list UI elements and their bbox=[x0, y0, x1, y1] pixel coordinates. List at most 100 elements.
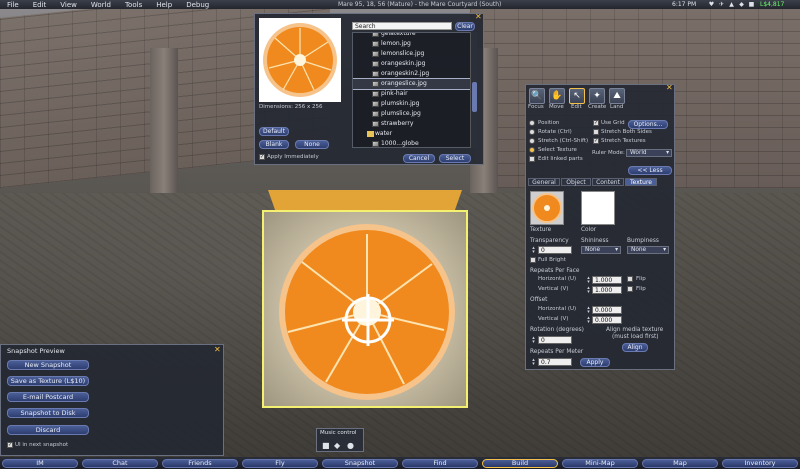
none-button[interactable]: None bbox=[295, 140, 329, 149]
spinner-icon[interactable]: ▴ ▾ bbox=[586, 306, 591, 315]
repeat-v-input[interactable]: 1.000 bbox=[592, 286, 622, 294]
mini-map-button[interactable]: Mini-Map bbox=[562, 459, 638, 468]
flip-v-checkbox[interactable] bbox=[627, 286, 633, 292]
ui-in-snapshot-checkbox[interactable]: ✓ bbox=[7, 442, 13, 448]
list-item[interactable]: orangeskin.jpg bbox=[353, 59, 472, 69]
land-icon[interactable]: ⛰ bbox=[609, 88, 625, 104]
menu-debug[interactable]: Debug bbox=[179, 1, 216, 9]
use-grid-checkbox[interactable]: ✓ bbox=[593, 120, 599, 126]
im-button[interactable]: IM bbox=[2, 459, 78, 468]
select-texture-radio[interactable] bbox=[529, 147, 535, 153]
close-icon[interactable]: ✕ bbox=[214, 346, 221, 354]
stretch-both-checkbox[interactable] bbox=[593, 129, 599, 135]
rotate-radio[interactable] bbox=[529, 129, 535, 135]
list-item[interactable]: gelatexture bbox=[353, 33, 472, 39]
list-item[interactable]: 1000...globe bbox=[353, 139, 472, 147]
search-input[interactable]: Search bbox=[352, 22, 452, 30]
spinner-icon[interactable]: ▴ ▾ bbox=[586, 316, 591, 325]
volume-icon[interactable]: ◆ bbox=[334, 441, 340, 450]
fly-button[interactable]: Fly bbox=[242, 459, 318, 468]
list-item[interactable]: lemonslice.jpg bbox=[353, 49, 472, 59]
chat-button[interactable]: Chat bbox=[82, 459, 158, 468]
spinner-icon[interactable]: ▴ ▾ bbox=[531, 336, 536, 345]
cancel-button[interactable]: Cancel bbox=[403, 154, 435, 163]
flip-v-label: Flip bbox=[636, 286, 646, 292]
tab-texture[interactable]: Texture bbox=[625, 178, 657, 186]
move-icon[interactable]: ✋ bbox=[549, 88, 565, 104]
discard-button[interactable]: Discard bbox=[7, 425, 89, 435]
texture-icon bbox=[372, 61, 379, 67]
color-swatch[interactable] bbox=[581, 191, 615, 225]
menu-world[interactable]: World bbox=[84, 1, 118, 9]
offset-u-input[interactable]: 0.000 bbox=[592, 306, 622, 314]
stretch-radio[interactable] bbox=[529, 138, 535, 144]
list-item[interactable]: plumslice.jpg bbox=[353, 109, 472, 119]
list-item[interactable]: pink-hair bbox=[353, 89, 472, 99]
texture-swatch[interactable] bbox=[530, 191, 564, 225]
stop-icon[interactable]: ■ bbox=[322, 441, 330, 450]
map-button[interactable]: Map bbox=[642, 459, 718, 468]
snapshot-to-disk-button[interactable]: Snapshot to Disk bbox=[7, 408, 89, 418]
save-as-texture-button[interactable]: Save as Texture (L$10) bbox=[7, 376, 89, 386]
apply-button[interactable]: Apply bbox=[580, 358, 610, 367]
less-button[interactable]: << Less bbox=[628, 166, 672, 175]
edit-linked-checkbox[interactable] bbox=[529, 156, 535, 162]
offset-v-input[interactable]: 0.000 bbox=[592, 316, 622, 324]
menu-file[interactable]: File bbox=[0, 1, 26, 9]
shininess-dropdown[interactable]: None bbox=[581, 246, 621, 254]
new-snapshot-button[interactable]: New Snapshot bbox=[7, 360, 89, 370]
menu-tools[interactable]: Tools bbox=[118, 1, 149, 9]
spinner-icon[interactable]: ▴ ▾ bbox=[586, 276, 591, 285]
friends-button[interactable]: Friends bbox=[162, 459, 238, 468]
spinner-icon[interactable]: ▴ ▾ bbox=[531, 246, 536, 255]
list-item[interactable]: plumskin.jpg bbox=[353, 99, 472, 109]
close-icon[interactable]: ✕ bbox=[666, 84, 673, 92]
build-button[interactable]: Build bbox=[482, 459, 558, 468]
orange-slice-thumb bbox=[532, 193, 562, 223]
bumpiness-dropdown[interactable]: None bbox=[627, 246, 669, 254]
menu-edit[interactable]: Edit bbox=[26, 1, 54, 9]
list-item[interactable]: orangeskin2.jpg bbox=[353, 69, 472, 79]
balance[interactable]: L$4,817 bbox=[760, 0, 784, 9]
create-icon[interactable]: ✦ bbox=[589, 88, 605, 104]
ruler-mode-dropdown[interactable]: World bbox=[626, 149, 672, 157]
scroll-thumb[interactable] bbox=[472, 82, 477, 112]
tab-object[interactable]: Object bbox=[561, 178, 591, 186]
transparency-input[interactable]: 0 bbox=[538, 246, 572, 254]
position-radio[interactable] bbox=[529, 120, 535, 126]
spinner-icon[interactable]: ▴ ▾ bbox=[531, 358, 536, 367]
select-button[interactable]: Select bbox=[439, 154, 471, 163]
find-button[interactable]: Find bbox=[402, 459, 478, 468]
folder-item[interactable]: water bbox=[353, 129, 472, 139]
align-button[interactable]: Align bbox=[622, 343, 648, 352]
list-item-selected[interactable]: orangeslice.jpg bbox=[353, 78, 472, 90]
menu-help[interactable]: Help bbox=[149, 1, 179, 9]
cube-top-face[interactable] bbox=[268, 190, 462, 212]
focus-icon[interactable]: 🔍 bbox=[529, 88, 545, 104]
snapshot-button[interactable]: Snapshot bbox=[322, 459, 398, 468]
menu-view[interactable]: View bbox=[53, 1, 84, 9]
spinner-icon[interactable]: ▴ ▾ bbox=[586, 286, 591, 295]
tree-scrollbar[interactable] bbox=[470, 32, 477, 148]
blank-button[interactable]: Blank bbox=[259, 140, 289, 149]
tab-general[interactable]: General bbox=[528, 178, 560, 186]
flip-u-checkbox[interactable] bbox=[627, 276, 633, 282]
rotation-input[interactable]: 0 bbox=[538, 336, 572, 344]
email-postcard-button[interactable]: E-mail Postcard bbox=[7, 392, 89, 402]
play-icon[interactable]: ● bbox=[347, 441, 354, 450]
list-item[interactable]: strawberry bbox=[353, 119, 472, 129]
default-button[interactable]: Default bbox=[259, 127, 289, 136]
tab-content[interactable]: Content bbox=[592, 178, 624, 186]
repeat-u-input[interactable]: 1.000 bbox=[592, 276, 622, 284]
list-item[interactable]: lemon.jpg bbox=[353, 39, 472, 49]
clear-button[interactable]: Clear bbox=[455, 22, 475, 31]
stretch-textures-checkbox[interactable]: ✓ bbox=[593, 138, 599, 144]
apply-immediately-checkbox[interactable]: ✓ bbox=[259, 154, 265, 160]
edit-icon[interactable]: ↖ bbox=[569, 88, 585, 104]
repeats-per-meter-input[interactable]: 0.7 bbox=[538, 358, 572, 366]
inventory-button[interactable]: Inventory bbox=[722, 459, 798, 468]
inventory-tree[interactable]: gelatexture lemon.jpg lemonslice.jpg ora… bbox=[352, 32, 473, 148]
options-button[interactable]: Options... bbox=[628, 120, 668, 129]
full-bright-checkbox[interactable] bbox=[530, 257, 536, 263]
close-icon[interactable]: ✕ bbox=[475, 13, 482, 21]
